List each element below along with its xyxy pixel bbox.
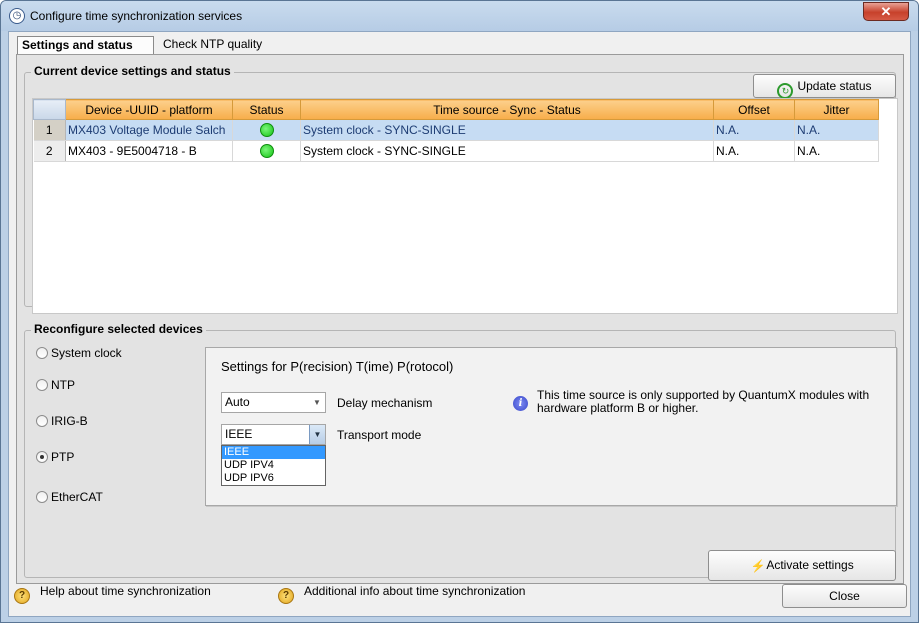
- radio-ptp[interactable]: PTP: [36, 449, 74, 465]
- settings-tab-panel: Current device settings and status ↻ Upda…: [16, 54, 904, 584]
- current-settings-group: Current device settings and status ↻ Upda…: [24, 64, 898, 314]
- radio-ethercat[interactable]: EtherCAT: [36, 489, 103, 505]
- jitter-cell: N.A.: [794, 140, 879, 162]
- window-close-button[interactable]: ✕: [863, 2, 909, 21]
- radio-button[interactable]: [36, 491, 48, 503]
- transport-mode-combo[interactable]: IEEE ▼: [221, 424, 326, 445]
- configure-time-sync-window: ◷ Configure time synchronization service…: [0, 0, 919, 623]
- jitter-cell: N.A.: [794, 119, 879, 141]
- update-status-label: Update status: [797, 79, 872, 93]
- device-cell: MX403 Voltage Module Salch: [65, 119, 233, 141]
- radio-irig-b[interactable]: IRIG-B: [36, 413, 88, 429]
- radio-button[interactable]: [36, 415, 48, 427]
- update-status-button[interactable]: ↻ Update status: [753, 74, 896, 99]
- table-corner-cell[interactable]: [33, 99, 66, 120]
- transport-mode-value: IEEE: [225, 427, 253, 441]
- delay-mechanism-value: Auto: [225, 395, 250, 409]
- dropdown-option-udp-ipv6[interactable]: UDP IPV6: [222, 472, 325, 485]
- reconfigure-title: Reconfigure selected devices: [31, 322, 206, 336]
- offset-cell: N.A.: [713, 140, 795, 162]
- dialog-client-area: Settings and status Check NTP quality Cu…: [8, 31, 911, 617]
- transport-mode-label: Transport mode: [337, 428, 422, 442]
- radio-ntp[interactable]: NTP: [36, 377, 75, 393]
- column-header-jitter[interactable]: Jitter: [794, 99, 879, 120]
- table-row[interactable]: 2 MX403 - 9E5004718 - B System clock - S…: [33, 140, 879, 162]
- status-ok-icon: [259, 122, 274, 137]
- additional-info-label: Additional info about time synchronizati…: [304, 584, 526, 598]
- status-cell: [232, 140, 301, 162]
- reconfigure-group: Reconfigure selected devices System cloc…: [24, 322, 897, 581]
- close-button[interactable]: Close: [782, 584, 907, 608]
- row-number: 2: [33, 140, 66, 162]
- status-ok-icon: [259, 143, 274, 158]
- delay-mechanism-combo[interactable]: Auto ▼: [221, 392, 326, 413]
- status-cell: [232, 119, 301, 141]
- offset-cell: N.A.: [713, 119, 795, 141]
- radio-button-checked[interactable]: [36, 451, 48, 463]
- dropdown-option-udp-ipv4[interactable]: UDP IPV4: [222, 459, 325, 472]
- transport-mode-dropdown-list: IEEE UDP IPV4 UDP IPV6: [221, 445, 326, 486]
- dropdown-option-ieee[interactable]: IEEE: [222, 446, 325, 459]
- column-header-device[interactable]: Device -UUID - platform: [65, 99, 233, 120]
- additional-info-link[interactable]: ? Additional info about time synchronizat…: [278, 583, 526, 604]
- help-time-sync-link[interactable]: ? Help about time synchronization: [14, 583, 211, 604]
- ptp-settings-title: Settings for P(recision) T(ime) P(rotoco…: [221, 359, 454, 374]
- activate-settings-button[interactable]: ⚡Activate settings: [708, 550, 896, 581]
- radio-label: System clock: [51, 346, 122, 360]
- row-number: 1: [33, 119, 66, 141]
- column-header-time-source[interactable]: Time source - Sync - Status: [300, 99, 714, 120]
- current-settings-title: Current device settings and status: [31, 64, 234, 78]
- radio-button[interactable]: [36, 379, 48, 391]
- chevron-down-icon[interactable]: ▼: [309, 425, 325, 444]
- radio-label: PTP: [51, 450, 75, 464]
- radio-label: IRIG-B: [51, 414, 88, 428]
- time-source-cell: System clock - SYNC-SINGLE: [300, 140, 714, 162]
- device-status-table[interactable]: Device -UUID - platform Status Time sour…: [32, 98, 898, 314]
- tab-check-ntp-quality[interactable]: Check NTP quality: [159, 36, 274, 55]
- info-icon: i: [513, 396, 528, 411]
- clock-icon: ◷: [9, 8, 25, 24]
- radio-button[interactable]: [36, 347, 48, 359]
- help-icon: ?: [14, 588, 30, 604]
- info-text: This time source is only supported by Qu…: [537, 388, 870, 415]
- radio-system-clock[interactable]: System clock: [36, 345, 122, 361]
- table-header-row: Device -UUID - platform Status Time sour…: [33, 99, 879, 120]
- title-bar: ◷ Configure time synchronization service…: [1, 1, 918, 31]
- activate-icon: ⚡: [750, 559, 766, 573]
- activate-settings-label: Activate settings: [766, 558, 854, 572]
- time-source-cell: System clock - SYNC-SINGLE: [300, 119, 714, 141]
- help-time-sync-label: Help about time synchronization: [40, 584, 211, 598]
- tab-settings-and-status[interactable]: Settings and status: [17, 36, 154, 55]
- radio-label: NTP: [51, 378, 75, 392]
- window-title: Configure time synchronization services: [30, 9, 243, 23]
- help-icon: ?: [278, 588, 294, 604]
- column-header-status[interactable]: Status: [232, 99, 301, 120]
- radio-label: EtherCAT: [51, 490, 103, 504]
- ptp-settings-panel: Settings for P(recision) T(ime) P(rotoco…: [205, 347, 897, 506]
- refresh-icon: ↻: [777, 83, 794, 99]
- table-row[interactable]: 1 MX403 Voltage Module Salch System cloc…: [33, 119, 879, 141]
- delay-mechanism-label: Delay mechanism: [337, 396, 433, 410]
- chevron-down-icon[interactable]: ▼: [309, 393, 325, 412]
- device-cell: MX403 - 9E5004718 - B: [65, 140, 233, 162]
- column-header-offset[interactable]: Offset: [713, 99, 795, 120]
